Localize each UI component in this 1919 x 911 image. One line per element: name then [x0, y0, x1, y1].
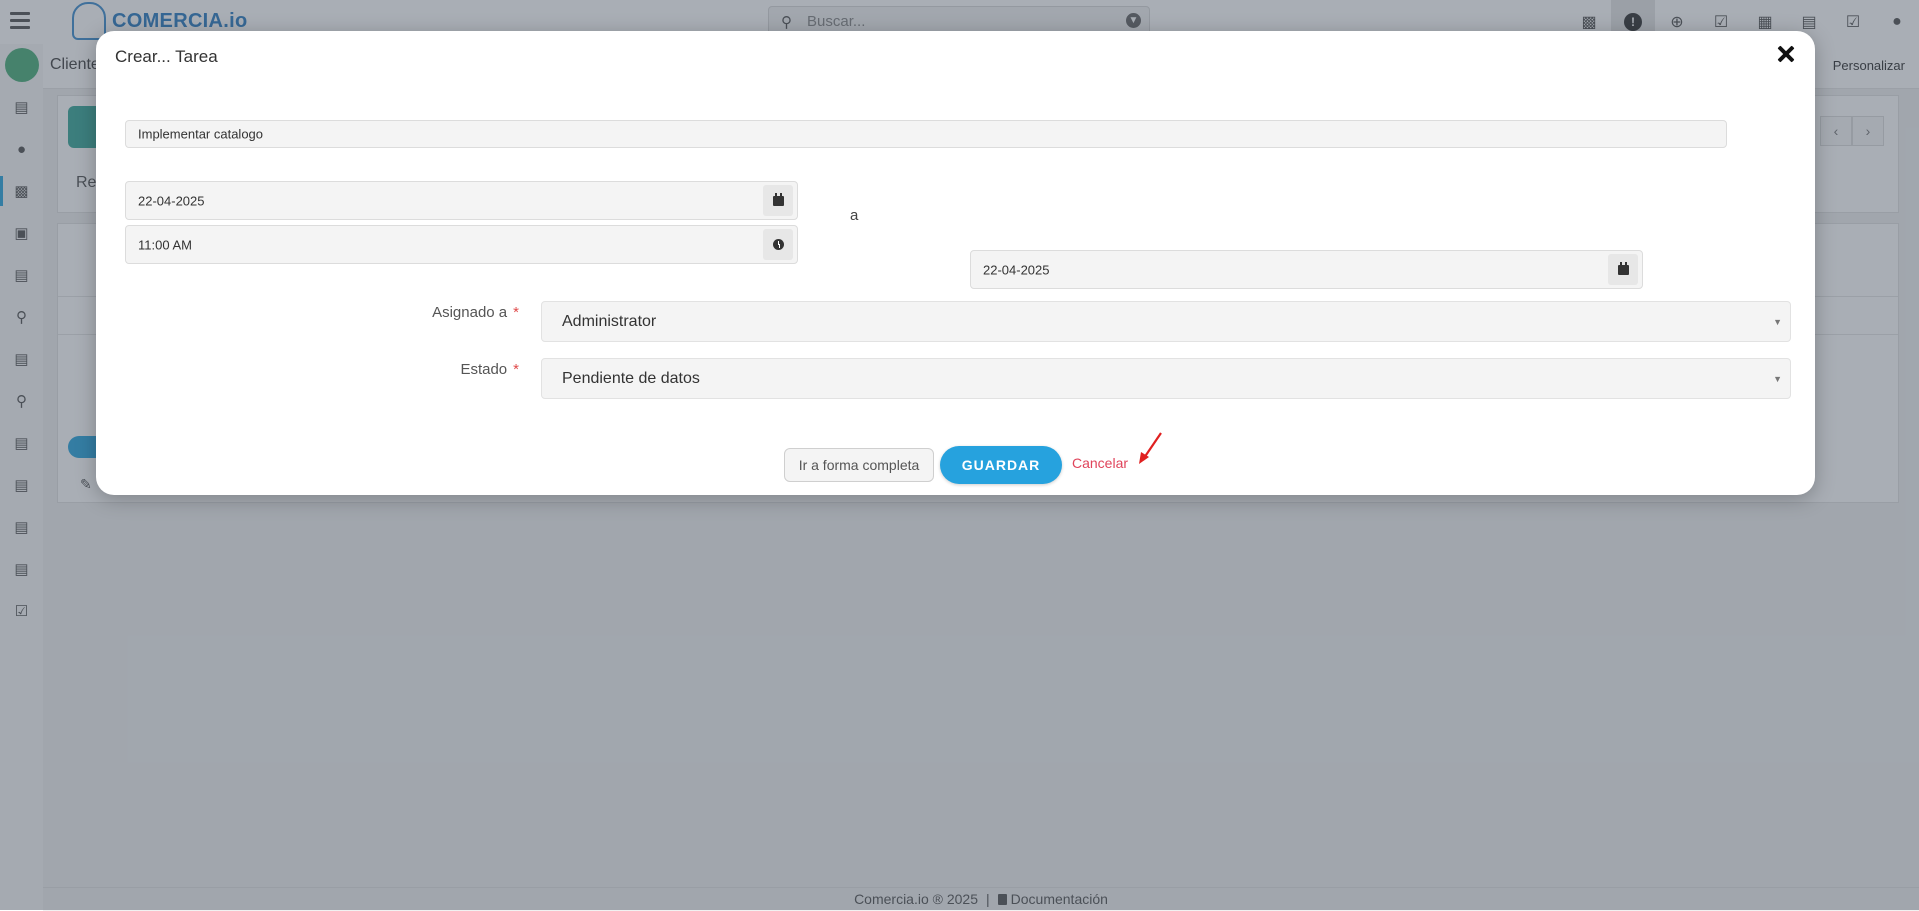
save-button[interactable]: GUARDAR — [940, 446, 1062, 484]
start-date-field[interactable]: 22-04-2025 — [125, 181, 798, 220]
subject-input[interactable]: Implementar catalogo — [125, 120, 1727, 148]
annotation-arrow-icon — [1139, 432, 1162, 464]
calendar-icon — [1617, 261, 1629, 275]
close-icon[interactable] — [1775, 43, 1797, 65]
required-marker: * — [513, 361, 519, 378]
dialog-title: Crear... Tarea — [115, 47, 218, 66]
start-date-value: 22-04-2025 — [138, 193, 205, 208]
status-value: Pendiente de datos — [562, 369, 700, 387]
end-date-value: 22-04-2025 — [983, 262, 1050, 277]
assigned-select[interactable]: Administrator ▼ — [541, 301, 1791, 342]
start-date-calendar-button[interactable] — [763, 185, 793, 216]
status-select[interactable]: Pendiente de datos ▼ — [541, 358, 1791, 399]
required-marker: * — [513, 304, 519, 321]
status-label-text: Estado — [460, 361, 508, 378]
create-task-dialog: Crear... Tarea Implementar catalogo 22-0… — [96, 31, 1815, 495]
assigned-label-text: Asignado a — [432, 304, 508, 321]
full-form-button[interactable]: Ir a forma completa — [784, 448, 934, 482]
start-time-clock-button[interactable] — [763, 229, 793, 260]
assigned-label: Asignado a * — [199, 304, 519, 321]
status-label: Estado * — [199, 361, 519, 378]
date-range-separator: a — [850, 207, 859, 224]
start-time-field[interactable]: 11:00 AM — [125, 225, 798, 264]
subject-value: Implementar catalogo — [138, 126, 264, 142]
assigned-value: Administrator — [562, 312, 657, 330]
start-time-value: 11:00 AM — [138, 237, 192, 252]
cancel-link[interactable]: Cancelar — [1072, 455, 1128, 471]
calendar-icon — [772, 192, 784, 206]
caret-down-icon: ▼ — [1773, 373, 1782, 384]
end-date-field[interactable]: 22-04-2025 — [970, 250, 1643, 289]
caret-down-icon: ▼ — [1773, 316, 1782, 327]
clock-icon — [772, 239, 784, 250]
end-date-calendar-button[interactable] — [1608, 254, 1638, 285]
